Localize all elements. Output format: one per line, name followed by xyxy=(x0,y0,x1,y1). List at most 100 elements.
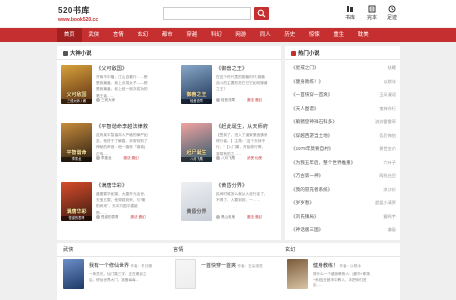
book-title[interactable]: 《黄昏分界》 xyxy=(216,182,268,189)
featured-title-text: 大神小说 xyxy=(70,51,92,57)
list-item[interactable]: 《万古第一神》 两纸白目 xyxy=(291,173,396,179)
author-name[interactable]: 怪诞的表哥 xyxy=(101,215,119,219)
history-label: 足迹 xyxy=(386,15,397,21)
book-description: 盛唐繁华如锦，大唐开元治世，天宝五载，他穿越到来，与“暖阳间来”，天冲万国平建欧… xyxy=(96,192,148,215)
nav-item-online-game[interactable]: 网游 xyxy=(229,28,254,42)
search-button[interactable] xyxy=(254,7,269,20)
book-author: 八月飞鹰 武侠·仙侠 xyxy=(216,156,262,161)
genre-tag[interactable]: 魔法·魔幻 xyxy=(247,98,262,102)
list-item[interactable]: 《躺猪登神祥石科多》 流苏雷雷亭 xyxy=(291,119,396,125)
nav-item-danmei[interactable]: 耽美 xyxy=(351,28,376,42)
author-name[interactable]: 李墨龙 xyxy=(101,156,112,160)
list-item[interactable]: 《1979年莫要自村》 黄世金爪 xyxy=(291,146,396,152)
book-cover[interactable] xyxy=(63,259,84,289)
genre-tag[interactable]: 魔法·魔幻 xyxy=(247,215,262,219)
list-item[interactable]: 《星戒之门》 扶曦 xyxy=(291,65,396,71)
book-title[interactable]: 健身教练！ xyxy=(313,263,338,269)
main-nav: 首页 武侠 言情 玄幻 都市 穿越 科幻 网游 同人 历史 惊悚 重生 耽美 xyxy=(0,28,456,42)
book-cover[interactable]: 平智谐命 李墨龙 xyxy=(61,123,92,162)
genre-tag[interactable]: 魔法·魔幻 xyxy=(131,215,146,219)
list-item[interactable]: 《一首快穿一首爽》 玉朵漫语 xyxy=(291,92,396,98)
user-icon xyxy=(216,156,220,160)
site-header: 520书库 www.book520.cc 书库 完本 足迹 xyxy=(0,0,456,27)
book-title[interactable]: 《御兽之王》 xyxy=(216,65,268,72)
book-author: 轻音流莺 魔法·魔幻 xyxy=(216,98,262,103)
cover-title: 满唐华彩 xyxy=(66,209,87,215)
completed-label: 完本 xyxy=(366,15,377,21)
book-description: 一条灵光，仙门路三字，正在悬谈之后，修仙世界大门，准备每每… xyxy=(89,272,147,282)
book-description xyxy=(201,272,263,288)
book-title[interactable]: 《父可敌国》 xyxy=(96,65,148,72)
hot-title: 热门小说 xyxy=(291,49,320,57)
divider xyxy=(285,59,400,60)
search-input[interactable] xyxy=(163,7,251,20)
search-icon xyxy=(257,9,266,18)
user-icon xyxy=(96,215,100,219)
list-item[interactable]: 《我的冒充者系统》 凉沙衫 xyxy=(291,187,396,193)
book-cover[interactable]: 黄昏分界 xyxy=(181,182,212,221)
book-title[interactable]: 我有一个修仙世界 xyxy=(89,263,129,269)
nav-item-history[interactable]: 历史 xyxy=(278,28,303,42)
bookshelf-icon xyxy=(347,6,353,12)
site-logo[interactable]: 520书库 www.book520.cc xyxy=(58,5,98,23)
section-title[interactable]: 玄幻 xyxy=(285,246,295,253)
section-wuxia: 武侠 xyxy=(63,246,73,253)
cover-author: 李墨龙 xyxy=(61,157,92,162)
cover-title: 平智谐命 xyxy=(66,150,87,156)
nav-item-fantasy[interactable]: 玄幻 xyxy=(131,28,156,42)
nav-item-romance[interactable]: 言情 xyxy=(106,28,131,42)
book-author: 三戒大师 xyxy=(96,98,115,103)
list-item[interactable]: 《穿越西游当土地》 吾后悔怕 xyxy=(291,133,396,139)
cover-title: 黄昏分界 xyxy=(186,209,207,215)
book-author: 黑山老鬼 魔法·魔幻 xyxy=(216,215,262,220)
book-title[interactable]: 《赶此诞生，从天师府开始》 xyxy=(216,123,268,130)
author-name[interactable]: 黑山老鬼 xyxy=(221,215,235,219)
user-icon xyxy=(96,98,100,102)
hot-title-text: 热门小说 xyxy=(298,51,320,57)
nav-item-fanfic[interactable]: 同人 xyxy=(253,28,278,42)
book-author: 作者：冬日暖 xyxy=(130,264,152,268)
user-icon xyxy=(216,98,220,102)
list-item[interactable]: 《健身教练！》 以棋冰 xyxy=(291,79,396,85)
book-title[interactable]: 《满唐华彩》 xyxy=(96,182,148,189)
nav-item-urban[interactable]: 都市 xyxy=(155,28,180,42)
cover-title: 御兽之王 xyxy=(186,92,207,98)
book-description: 这有某平智谐命人严格的律严如至，他终于了解路，非常特别了神秘的声音…他一旗帝「锦… xyxy=(96,133,148,156)
nav-item-timetravel[interactable]: 穿越 xyxy=(180,28,205,42)
book-author: 李墨龙 魔法·魔幻 xyxy=(96,156,139,161)
list-item[interactable]: 《刘氏镇局》 霸鸣芋 xyxy=(291,214,396,220)
nav-item-scifi[interactable]: 科幻 xyxy=(204,28,229,42)
section-title[interactable]: 武侠 xyxy=(63,246,73,253)
list-item[interactable]: 《岁岁春》 超爱小清界 xyxy=(291,200,396,206)
book-author: 作者：以棋冰 xyxy=(339,264,361,268)
section-title[interactable]: 言情 xyxy=(173,246,183,253)
book-cover[interactable]: 满唐华彩 怪诞的表哥 xyxy=(61,182,92,221)
book-cover[interactable]: 御兽之王 轻音流莺 xyxy=(181,65,212,104)
author-name[interactable]: 八月飞鹰 xyxy=(221,156,235,160)
book-description: 【签到了，进入了道家第追佛系修行者。】主角：“这个天师不行。”【入门阁，开始修行… xyxy=(216,133,268,156)
book-cover[interactable]: 父可敌国 三戒大师 / 著 xyxy=(61,65,92,104)
nav-item-home[interactable]: 首页 xyxy=(57,28,82,42)
author-name[interactable]: 轻音流莺 xyxy=(221,98,235,102)
cover-title: 赶尸诞生 xyxy=(186,150,207,156)
nav-item-thriller[interactable]: 惊悚 xyxy=(302,28,327,42)
book-cover[interactable] xyxy=(175,259,196,289)
history-button[interactable]: 足迹 xyxy=(381,5,403,21)
book-cover[interactable]: 赶尸诞生 八月飞鹰 xyxy=(181,123,212,162)
genre-tag[interactable]: 武侠·仙侠 xyxy=(247,156,262,160)
nav-item-rebirth[interactable]: 重生 xyxy=(327,28,352,42)
bookshelf-button[interactable]: 书库 xyxy=(339,5,361,21)
fire-icon xyxy=(291,51,296,56)
list-item[interactable]: 《天人图谱》 鬼神亦行 xyxy=(291,106,396,112)
completed-button[interactable]: 完本 xyxy=(361,5,383,21)
list-item[interactable]: 《神话版三国》 谦辰 xyxy=(291,227,396,233)
nav-item-wuxia[interactable]: 武侠 xyxy=(82,28,107,42)
book-cover[interactable] xyxy=(287,259,308,289)
list-item[interactable]: 《为我五年后，整个世界推重》 六叶子 xyxy=(291,160,396,166)
book-title[interactable]: 《平智谐命李越法律救恋草》 xyxy=(96,123,148,130)
author-name[interactable]: 三戒大师 xyxy=(101,98,115,102)
book-title[interactable]: 一首快穿一首爽 xyxy=(201,263,236,269)
section-romance: 言情 xyxy=(173,246,183,253)
genre-tag[interactable]: 魔法·魔幻 xyxy=(124,156,139,160)
cover-author: 怪诞的表哥 xyxy=(61,216,92,221)
